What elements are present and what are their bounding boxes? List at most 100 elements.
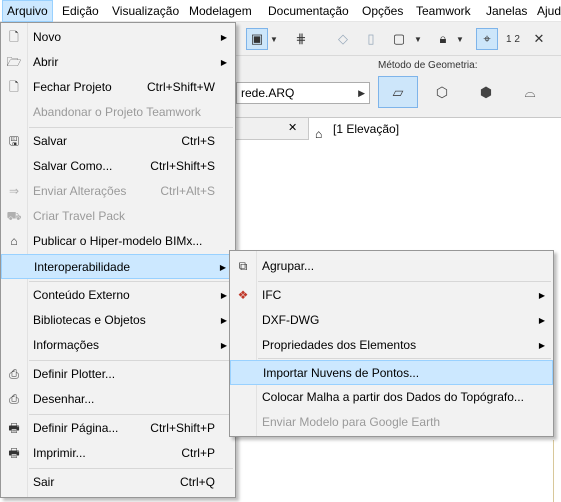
menu-item-novo[interactable]: 🗋︎ Novo ▶ xyxy=(1,25,235,50)
info-box: rede.ARQ ▶ Método de Geometria: ▱ ⬡ ⬢ ⌓ xyxy=(236,56,561,118)
menu-item-definir-plotter[interactable]: ⎙ Definir Plotter... xyxy=(1,362,235,387)
menu-separator xyxy=(29,414,233,415)
menu-item-shortcut: Ctrl+S xyxy=(181,134,215,148)
submenu-item-dxf-dwg[interactable]: DXF-DWG ▶ xyxy=(230,308,553,333)
menu-item-shortcut: Ctrl+Shift+S xyxy=(150,159,215,173)
submenu-arrow-icon: ▶ xyxy=(220,291,227,300)
file-menu: 🗋︎ Novo ▶ 🗁︎ Abrir ▶ 🗋︎ Fechar Projeto C… xyxy=(0,22,236,498)
menu-item-enviar-alteracoes[interactable]: ⇒ Enviar Alterações Ctrl+Alt+S xyxy=(1,179,235,204)
menu-item-fechar-projeto[interactable]: 🗋︎ Fechar Projeto Ctrl+Shift+W xyxy=(1,75,235,100)
menu-item-shortcut: Ctrl+Shift+W xyxy=(146,80,215,94)
geometry-flat-icon[interactable]: ▱ xyxy=(378,76,418,108)
submenu-item-agrupar[interactable]: ⧉ Agrupar... xyxy=(230,254,553,279)
geometry-curved-icon[interactable]: ⌓ xyxy=(510,76,550,108)
dropdown-arrow-icon[interactable]: ▼ xyxy=(454,28,466,50)
house-icon: ⌂ xyxy=(315,127,323,141)
geometry-method-label: Método de Geometria: xyxy=(378,60,478,71)
submenu-item-colocar-malha[interactable]: Colocar Malha a partir dos Dados do Topó… xyxy=(230,385,553,410)
canvas-guide-line xyxy=(553,440,554,502)
measure-icon[interactable]: 1 2 xyxy=(502,28,524,50)
geometry-box-icon[interactable]: ⬡ xyxy=(422,76,462,108)
menu-item-conteudo-externo[interactable]: Conteúdo Externo ▶ xyxy=(1,283,235,308)
dropdown-arrow-icon[interactable]: ▼ xyxy=(412,28,424,50)
menu-item-definir-pagina[interactable]: 🖶︎ Definir Página... Ctrl+Shift+P xyxy=(1,416,235,441)
geometry-slab-icon[interactable]: ⬢ xyxy=(466,76,506,108)
menu-item-abandonar-teamwork[interactable]: Abandonar o Projeto Teamwork xyxy=(1,100,235,125)
menu-item-salvar-como[interactable]: Salvar Como... Ctrl+Shift+S xyxy=(1,154,235,179)
menu-item-sair[interactable]: Sair Ctrl+Q xyxy=(1,470,235,495)
menu-item-shortcut: Ctrl+Q xyxy=(179,475,215,489)
menu-item-publicar-bimx[interactable]: ⌂ Publicar o Hiper-modelo BIMx... xyxy=(1,229,235,254)
bimx-icon: ⌂ xyxy=(10,234,18,248)
toolbar: ▣ ▼ ⋕ ◇ ▯ ▢ ▼ 🔒︎ ▼ ⌖ 1 2 ✕ xyxy=(236,22,561,56)
menu-arquivo[interactable]: Arquivo xyxy=(2,0,53,22)
plane-icon[interactable]: ◇ xyxy=(332,28,354,50)
send-arrow-icon: ⇒ xyxy=(8,184,20,198)
menu-opcoes[interactable]: Opções xyxy=(358,0,407,22)
close-x-icon[interactable]: ✕ xyxy=(528,28,550,50)
menu-documentacao[interactable]: Documentação xyxy=(264,0,353,22)
menu-item-label: Enviar Alterações xyxy=(33,184,127,198)
page-setup-icon: 🖶︎ xyxy=(8,421,20,435)
menu-item-shortcut: Ctrl+P xyxy=(181,446,215,460)
menu-janelas[interactable]: Janelas xyxy=(482,0,531,22)
menu-item-shortcut: Ctrl+Alt+S xyxy=(160,184,215,198)
snap-icon[interactable]: ⌖ xyxy=(476,28,498,50)
submenu-arrow-icon: ▶ xyxy=(538,341,545,350)
interoperability-submenu: ⧉ Agrupar... ❖ IFC ▶ DXF-DWG ▶ Proprieda… xyxy=(229,250,554,437)
menu-item-informacoes[interactable]: Informações ▶ xyxy=(1,333,235,358)
menu-item-label: Salvar Como... xyxy=(33,159,113,173)
plot-icon: ⎙ xyxy=(9,392,19,406)
menu-visualizacao[interactable]: Visualização xyxy=(108,0,183,22)
menu-item-salvar[interactable]: 🖫︎ Salvar Ctrl+S xyxy=(1,129,235,154)
close-project-icon: 🗋︎ xyxy=(9,80,19,94)
frame-icon[interactable]: ▢ xyxy=(388,28,410,50)
menu-item-label: Imprimir... xyxy=(33,446,86,460)
menu-ajuda[interactable]: Ajud xyxy=(533,0,561,22)
submenu-item-propriedades-elementos[interactable]: Propriedades dos Elementos ▶ xyxy=(230,333,553,358)
menu-item-label: Sair xyxy=(33,475,55,489)
menu-edicao[interactable]: Edição xyxy=(58,0,103,22)
menu-item-label: Importar Nuvens de Pontos... xyxy=(263,366,420,380)
submenu-item-ifc[interactable]: ❖ IFC ▶ xyxy=(230,283,553,308)
menu-separator xyxy=(29,468,233,469)
menu-item-label: Colocar Malha a partir dos Dados do Topó… xyxy=(262,390,524,404)
menu-item-label: Desenhar... xyxy=(33,392,95,406)
layer-combo-value: rede.ARQ xyxy=(241,86,295,100)
layer-combo[interactable]: rede.ARQ ▶ xyxy=(236,82,370,104)
menu-item-label: Definir Página... xyxy=(33,421,119,435)
printer-icon: 🖶︎ xyxy=(8,446,20,460)
menu-item-imprimir[interactable]: 🖶︎ Imprimir... Ctrl+P xyxy=(1,441,235,466)
submenu-arrow-icon: ▶ xyxy=(220,58,227,67)
menu-item-abrir[interactable]: 🗁︎ Abrir ▶ xyxy=(1,50,235,75)
menu-item-travel-pack[interactable]: ⛟ Criar Travel Pack xyxy=(1,204,235,229)
plotter-icon: ⎙ xyxy=(9,367,19,381)
menu-item-shortcut: Ctrl+Shift+P xyxy=(150,421,215,435)
menu-item-label: Publicar o Hiper-modelo BIMx... xyxy=(33,234,203,248)
menu-item-label: Propriedades dos Elementos xyxy=(262,338,417,352)
lock-icon[interactable]: 🔒︎ xyxy=(432,28,454,50)
submenu-item-google-earth[interactable]: Enviar Modelo para Google Earth xyxy=(230,410,553,435)
menu-teamwork[interactable]: Teamwork xyxy=(412,0,475,22)
ifc-icon: ❖ xyxy=(237,288,249,302)
menu-item-interoperabilidade[interactable]: Interoperabilidade ▶ xyxy=(1,254,235,279)
travel-pack-icon: ⛟ xyxy=(6,209,22,223)
view-3d-icon[interactable]: ▣ xyxy=(246,28,268,50)
menu-item-label: Salvar xyxy=(33,134,68,148)
menu-item-desenhar[interactable]: ⎙ Desenhar... xyxy=(1,387,235,412)
menu-modelagem[interactable]: Modelagem xyxy=(185,0,256,22)
menu-item-label: Abandonar o Projeto Teamwork xyxy=(33,105,201,119)
tab-elevation[interactable]: ⌂ [1 Elevação] xyxy=(308,118,561,141)
grid-icon[interactable]: ⋕ xyxy=(290,28,312,50)
menu-item-bibliotecas-objetos[interactable]: Bibliotecas e Objetos ▶ xyxy=(1,308,235,333)
dropdown-arrow-icon[interactable]: ▼ xyxy=(268,28,280,50)
menu-item-label: Abrir xyxy=(33,55,59,69)
menu-item-label: Informações xyxy=(33,338,100,352)
submenu-arrow-icon: ▶ xyxy=(538,291,545,300)
menu-item-label: Criar Travel Pack xyxy=(33,209,126,223)
submenu-item-importar-nuvens[interactable]: Importar Nuvens de Pontos... xyxy=(230,360,553,385)
close-tab-icon[interactable]: ✕ xyxy=(288,121,297,134)
merge-icon: ⧉ xyxy=(238,259,248,273)
save-icon: 🖫︎ xyxy=(8,134,20,148)
wall-icon[interactable]: ▯ xyxy=(360,28,382,50)
